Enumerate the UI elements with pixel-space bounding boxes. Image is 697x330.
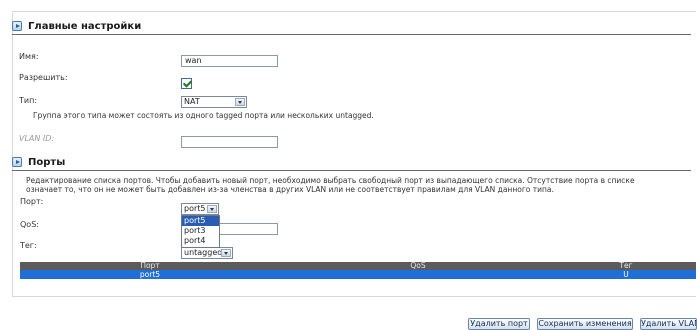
port-option[interactable]: port4 [182, 236, 219, 246]
type-select[interactable]: NAT [181, 96, 247, 108]
delete-port-button[interactable]: Удалить порт [468, 318, 530, 330]
tag-select[interactable]: untagged [181, 247, 233, 259]
section-arrow-icon [12, 21, 22, 31]
row-port: port5 [139, 270, 161, 279]
type-label: Тип: [19, 96, 38, 105]
ports-table-header: Порт QoS Тег [20, 262, 696, 270]
column-header-port: Порт [140, 261, 160, 270]
section-arrow-icon [12, 157, 22, 167]
tag-label: Тег: [20, 241, 37, 250]
chevron-down-icon [235, 98, 245, 106]
column-header-tag: Тег [619, 261, 633, 270]
ports-description-line2: означает то, что он не может быть добавл… [26, 185, 554, 194]
ports-title: Порты [28, 156, 66, 168]
port-option[interactable]: port5 [182, 216, 219, 226]
enable-checkbox[interactable] [181, 78, 192, 89]
chevron-down-icon [207, 205, 217, 213]
port-option[interactable]: port3 [182, 226, 219, 236]
vlan-id-field[interactable] [181, 136, 278, 148]
save-changes-button[interactable]: Сохранить изменения [537, 318, 633, 330]
main-settings-header: Главные настройки [12, 19, 141, 33]
port-label: Порт: [20, 197, 44, 206]
type-note: Группа этого типа может состоять из одно… [33, 111, 374, 120]
vlan-id-label: VLAN ID: [19, 134, 55, 143]
column-header-qos: QoS [410, 261, 426, 270]
chevron-down-icon [221, 249, 231, 257]
delete-vlan-button[interactable]: Удалить VLAN [640, 318, 697, 330]
port-dropdown-list: port5 port3 port4 [181, 215, 220, 248]
settings-panel [12, 11, 696, 297]
section-divider [12, 34, 691, 35]
main-settings-title: Главные настройки [28, 20, 142, 32]
enable-label: Разрешить: [19, 73, 68, 82]
tag-select-value: untagged [184, 248, 223, 257]
table-row[interactable]: port5 U [20, 270, 696, 279]
section-divider [12, 170, 691, 171]
qos-label: QoS: [20, 220, 39, 229]
row-tag: U [623, 270, 629, 279]
port-select[interactable]: port5 [181, 203, 219, 215]
ports-header: Порты [12, 155, 65, 169]
port-select-value: port5 [184, 204, 206, 213]
name-field[interactable]: wan [181, 55, 278, 67]
ports-description-line1: Редактирование списка портов. Чтобы доба… [26, 176, 635, 185]
type-select-value: NAT [184, 97, 200, 106]
name-label: Имя: [19, 52, 39, 61]
